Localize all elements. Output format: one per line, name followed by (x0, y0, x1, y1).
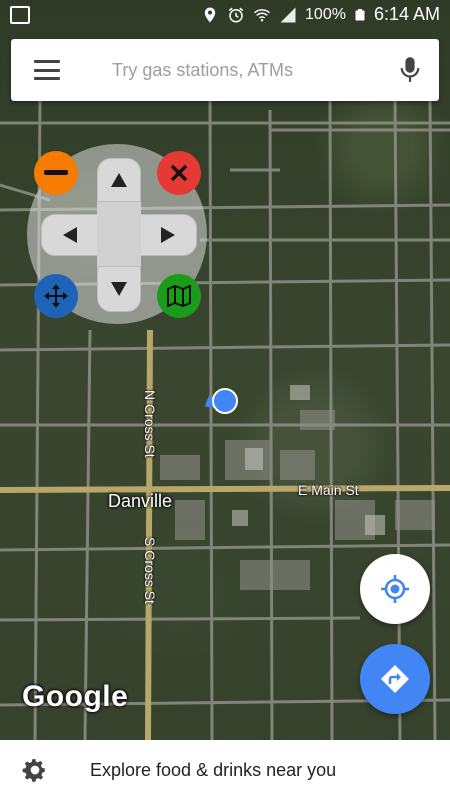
explore-bar[interactable]: Explore food & drinks near you (0, 740, 450, 800)
arrow-down-icon (111, 282, 127, 296)
menu-icon[interactable] (34, 60, 60, 80)
close-button[interactable] (157, 151, 201, 195)
move-button[interactable] (34, 274, 78, 318)
current-location-dot (212, 388, 238, 414)
street-label-s-cross: S Cross St (142, 537, 158, 604)
search-bar (11, 39, 439, 101)
dpad-center-fill (97, 214, 141, 256)
gear-icon (22, 759, 45, 782)
search-input[interactable] (110, 58, 399, 82)
location-pin-icon (204, 7, 216, 22)
status-bar: 100% 6:14 AM (0, 0, 450, 32)
gallery-icon (10, 6, 30, 24)
arrow-right-icon (161, 227, 175, 243)
close-icon (170, 164, 188, 182)
my-location-button[interactable] (360, 554, 430, 624)
street-label-n-cross: N Cross St (142, 390, 158, 458)
map-icon (167, 285, 191, 307)
wifi-icon (254, 8, 271, 21)
zoom-out-button[interactable] (34, 151, 78, 195)
dpad-down-button[interactable] (97, 266, 141, 312)
my-location-icon (381, 575, 409, 603)
map-view[interactable]: N Cross St S Cross St E Main St Danville… (0, 0, 450, 740)
city-label: Danville (108, 491, 173, 511)
road-network (0, 99, 450, 740)
minus-icon (44, 170, 68, 175)
clock: 6:14 AM (373, 4, 440, 24)
battery-icon (355, 8, 365, 20)
move-arrows-icon (44, 284, 68, 308)
street-label-e-main: E Main St (298, 482, 359, 498)
directions-button[interactable] (360, 644, 430, 714)
dpad-right-button[interactable] (139, 214, 197, 256)
google-logo: Google (22, 680, 129, 713)
signal-icon (280, 7, 296, 22)
arrow-left-icon (63, 227, 77, 243)
arrow-up-icon (111, 173, 127, 187)
battery-percent: 100% (305, 5, 346, 23)
map-layers-button[interactable] (157, 274, 201, 318)
dpad-left-button[interactable] (41, 214, 99, 256)
microphone-icon[interactable] (399, 55, 421, 85)
dpad-up-button[interactable] (97, 158, 141, 202)
alarm-icon (228, 7, 244, 22)
explore-text: Explore food & drinks near you (90, 759, 337, 780)
directions-icon (381, 665, 409, 693)
